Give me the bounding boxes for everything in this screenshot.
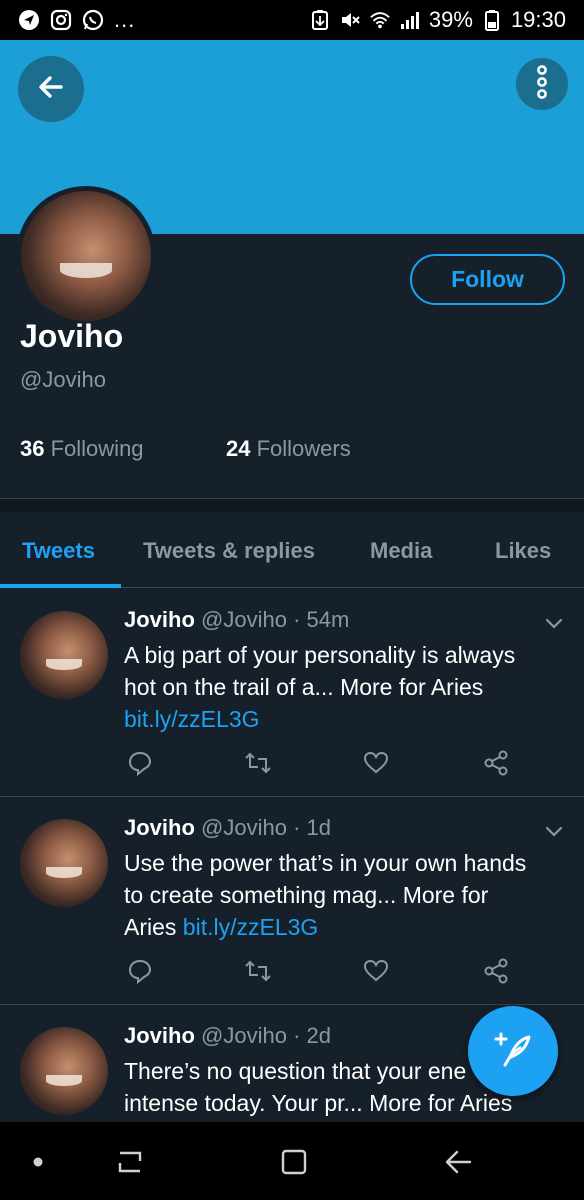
following-stat[interactable]: 36 Following (20, 436, 144, 462)
tab-likes[interactable]: Likes (495, 538, 551, 564)
user-handle: @Joviho (20, 367, 106, 392)
dot-icon[interactable] (20, 1144, 56, 1180)
tweet-time: · 1d (293, 815, 332, 840)
home-icon[interactable] (276, 1144, 312, 1180)
system-back-icon[interactable] (440, 1144, 476, 1180)
tweet-author-name: Joviho (124, 607, 195, 632)
tweet-text: A big part of your personality is always… (124, 639, 554, 735)
profile-tabs: Tweets Tweets & replies Media Likes (0, 512, 584, 588)
clock: 19:30 (510, 7, 566, 32)
tweet-actions (124, 749, 524, 779)
back-button[interactable] (18, 56, 84, 122)
compose-tweet-button[interactable] (468, 1006, 558, 1096)
share-icon[interactable] (482, 957, 510, 985)
status-right: 39% 19:30 (309, 7, 566, 33)
follow-button[interactable]: Follow (410, 254, 565, 305)
followers-count: 24 (226, 436, 251, 461)
followers-label: Followers (256, 436, 351, 461)
wifi-icon (369, 9, 391, 31)
tweet-text-line: intense today. Your pr... More for Aries (124, 1090, 513, 1116)
whatsapp-icon (82, 9, 104, 31)
system-nav-bar (0, 1122, 584, 1200)
tweet-author-name: Joviho (124, 815, 195, 840)
reply-icon[interactable] (126, 749, 154, 777)
avatar-image (21, 191, 151, 321)
active-tab-indicator (0, 584, 121, 588)
share-icon[interactable] (482, 749, 510, 777)
battery-saver-icon (309, 9, 331, 31)
chevron-down-icon[interactable] (542, 819, 566, 843)
tweet-text-line: hot on the trail of a... More for Aries (124, 674, 484, 700)
followers-stat[interactable]: 24 Followers (226, 436, 351, 462)
like-icon[interactable] (362, 749, 390, 777)
instagram-icon (50, 9, 72, 31)
tweet-link[interactable]: bit.ly/zzEL3G (183, 914, 319, 940)
tweet-author-handle: @Joviho (201, 607, 287, 632)
status-left-icons: ... (18, 7, 135, 33)
tweet-text-line: to create something mag... More for (124, 882, 489, 908)
display-name: Joviho (20, 318, 124, 354)
tweet-text-line: A big part of your personality is always (124, 642, 516, 668)
more-options-button[interactable] (516, 58, 568, 110)
tweet-item[interactable]: Joviho @Joviho · 1d Use the power that’s… (0, 797, 584, 1005)
retweet-icon[interactable] (244, 957, 272, 985)
reply-icon[interactable] (126, 957, 154, 985)
mute-icon (339, 9, 361, 31)
following-label: Following (50, 436, 144, 461)
status-more: ... (114, 7, 136, 32)
like-icon[interactable] (362, 957, 390, 985)
chevron-down-icon[interactable] (542, 611, 566, 635)
compose-feather-icon (491, 1027, 535, 1076)
tweet-avatar[interactable] (20, 819, 108, 907)
battery-icon (481, 9, 503, 31)
retweet-icon[interactable] (244, 749, 272, 777)
more-vertical-icon (532, 64, 552, 105)
tweet-header: Joviho @Joviho · 1d (124, 815, 331, 841)
tweet-avatar[interactable] (20, 1027, 108, 1115)
battery-percent: 39% (428, 7, 473, 32)
tab-tweets-replies[interactable]: Tweets & replies (143, 538, 315, 564)
navigation-icon (18, 9, 40, 31)
tweet-avatar[interactable] (20, 611, 108, 699)
tweet-author-handle: @Joviho (201, 1023, 287, 1048)
tab-media[interactable]: Media (370, 538, 432, 564)
tweet-time: · 54m (293, 607, 350, 632)
recent-apps-icon[interactable] (112, 1144, 148, 1180)
arrow-left-icon (35, 71, 67, 108)
status-bar: ... 39% 19:30 (0, 0, 584, 40)
tweet-item[interactable]: Joviho @Joviho · 54m A big part of your … (0, 589, 584, 797)
following-count: 36 (20, 436, 45, 461)
tweet-author-name: Joviho (124, 1023, 195, 1048)
profile-avatar[interactable] (16, 186, 156, 326)
tweet-text-line: Aries (124, 914, 177, 940)
tweet-actions (124, 957, 524, 987)
section-divider (0, 498, 584, 512)
tweet-text-line: Use the power that’s in your own hands (124, 850, 527, 876)
tweet-time: · 2d (293, 1023, 332, 1048)
tweet-author-handle: @Joviho (201, 815, 287, 840)
tweet-header: Joviho @Joviho · 54m (124, 607, 349, 633)
tweet-link[interactable]: bit.ly/zzEL3G (124, 706, 260, 732)
signal-icon (399, 9, 421, 31)
tweet-header: Joviho @Joviho · 2d (124, 1023, 331, 1049)
tab-tweets[interactable]: Tweets (22, 538, 95, 564)
tweet-text: Use the power that’s in your own hands t… (124, 847, 554, 943)
